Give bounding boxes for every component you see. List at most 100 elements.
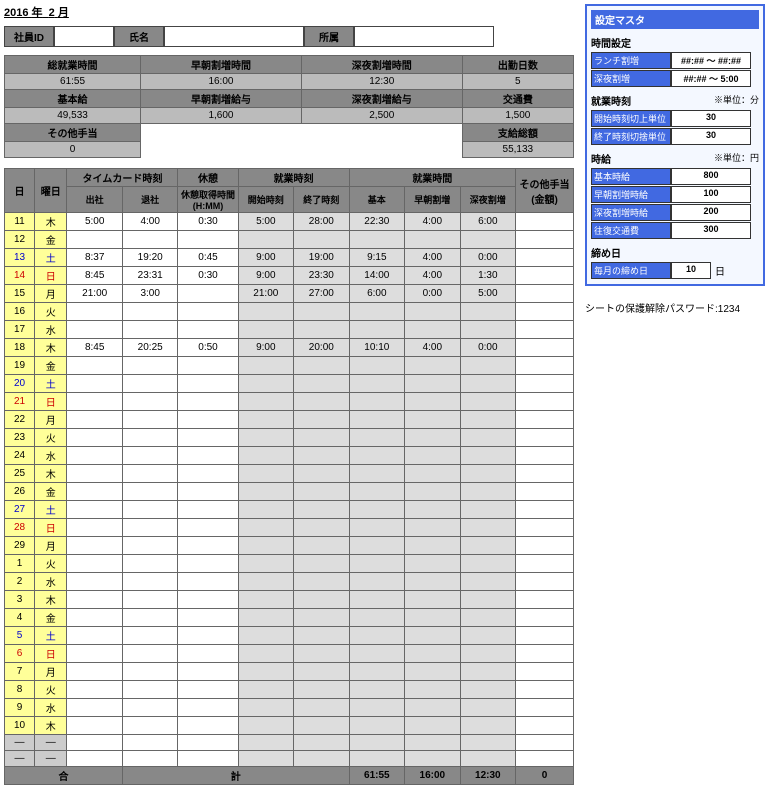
cell-break[interactable]: [178, 411, 238, 429]
cell-out[interactable]: [122, 681, 178, 699]
cell-in[interactable]: [67, 609, 123, 627]
cell-break[interactable]: [178, 537, 238, 555]
cell-other[interactable]: [516, 483, 574, 501]
cell-other[interactable]: [516, 591, 574, 609]
cell-other[interactable]: [516, 357, 574, 375]
cell-other[interactable]: [516, 555, 574, 573]
cell-other[interactable]: [516, 717, 574, 735]
cell-other[interactable]: [516, 429, 574, 447]
cell-break[interactable]: [178, 483, 238, 501]
cell-break[interactable]: [178, 627, 238, 645]
cell-break[interactable]: [178, 591, 238, 609]
cell-in[interactable]: [67, 501, 123, 519]
cell-break[interactable]: [178, 357, 238, 375]
cell-break[interactable]: [178, 321, 238, 339]
cell-break[interactable]: 0:45: [178, 249, 238, 267]
trans-val[interactable]: 300: [671, 222, 751, 239]
cell-break[interactable]: 0:50: [178, 339, 238, 357]
cell-other[interactable]: [516, 411, 574, 429]
emp-name-field[interactable]: [164, 26, 304, 47]
cell-out[interactable]: [122, 483, 178, 501]
cell-in[interactable]: [67, 699, 123, 717]
cell-out[interactable]: [122, 303, 178, 321]
cell-out[interactable]: [122, 751, 178, 767]
cell-out[interactable]: 4:00: [122, 213, 178, 231]
cell-out[interactable]: [122, 663, 178, 681]
cell-in[interactable]: [67, 537, 123, 555]
cell-out[interactable]: [122, 591, 178, 609]
pm-wage-val[interactable]: 200: [671, 204, 751, 221]
cell-out[interactable]: [122, 375, 178, 393]
cell-in[interactable]: 8:37: [67, 249, 123, 267]
cell-out[interactable]: [122, 393, 178, 411]
cell-out[interactable]: [122, 537, 178, 555]
cell-break[interactable]: [178, 519, 238, 537]
cell-break[interactable]: [178, 285, 238, 303]
cell-out[interactable]: [122, 447, 178, 465]
cell-other[interactable]: [516, 735, 574, 751]
cell-break[interactable]: [178, 717, 238, 735]
cell-other[interactable]: [516, 537, 574, 555]
cell-other[interactable]: [516, 627, 574, 645]
cell-other[interactable]: [516, 231, 574, 249]
cell-other[interactable]: [516, 393, 574, 411]
cell-out[interactable]: [122, 321, 178, 339]
cell-other[interactable]: [516, 751, 574, 767]
cell-break[interactable]: [178, 303, 238, 321]
cell-other[interactable]: [516, 501, 574, 519]
cell-out[interactable]: 20:25: [122, 339, 178, 357]
cell-break[interactable]: [178, 735, 238, 751]
cell-break[interactable]: [178, 465, 238, 483]
cell-other[interactable]: [516, 573, 574, 591]
am-wage-val[interactable]: 100: [671, 186, 751, 203]
cell-other[interactable]: [516, 519, 574, 537]
cell-break[interactable]: [178, 393, 238, 411]
cell-other[interactable]: [516, 285, 574, 303]
cell-in[interactable]: [67, 465, 123, 483]
start-unit-val[interactable]: 30: [671, 110, 751, 127]
cell-out[interactable]: [122, 609, 178, 627]
cell-other[interactable]: [516, 465, 574, 483]
lunch-val[interactable]: ##:## 〜 ##:##: [671, 52, 751, 69]
cell-out[interactable]: [122, 699, 178, 717]
cell-break[interactable]: 0:30: [178, 267, 238, 285]
cell-in[interactable]: [67, 303, 123, 321]
base-wage-val[interactable]: 800: [671, 168, 751, 185]
cell-break[interactable]: [178, 375, 238, 393]
cell-in[interactable]: [67, 645, 123, 663]
cell-in[interactable]: [67, 735, 123, 751]
cell-break[interactable]: [178, 231, 238, 249]
cell-break[interactable]: [178, 681, 238, 699]
cell-in[interactable]: [67, 751, 123, 767]
cell-out[interactable]: [122, 735, 178, 751]
cell-break[interactable]: [178, 645, 238, 663]
cell-in[interactable]: [67, 357, 123, 375]
cell-out[interactable]: [122, 573, 178, 591]
cell-in[interactable]: [67, 519, 123, 537]
cell-in[interactable]: [67, 663, 123, 681]
cell-out[interactable]: [122, 357, 178, 375]
cell-out[interactable]: [122, 411, 178, 429]
cell-break[interactable]: [178, 699, 238, 717]
cell-out[interactable]: 23:31: [122, 267, 178, 285]
cell-in[interactable]: [67, 447, 123, 465]
cell-break[interactable]: [178, 501, 238, 519]
cell-break[interactable]: [178, 555, 238, 573]
cell-other[interactable]: [516, 303, 574, 321]
cell-break[interactable]: [178, 609, 238, 627]
cell-in[interactable]: 8:45: [67, 339, 123, 357]
cell-other[interactable]: [516, 447, 574, 465]
cell-out[interactable]: [122, 645, 178, 663]
cell-break[interactable]: [178, 573, 238, 591]
cell-break[interactable]: [178, 663, 238, 681]
cell-in[interactable]: [67, 591, 123, 609]
cell-other[interactable]: [516, 699, 574, 717]
end-unit-val[interactable]: 30: [671, 128, 751, 145]
cell-break[interactable]: [178, 751, 238, 767]
emp-dept-field[interactable]: [354, 26, 494, 47]
cell-break[interactable]: [178, 429, 238, 447]
cell-in[interactable]: [67, 393, 123, 411]
cell-out[interactable]: [122, 501, 178, 519]
cell-other[interactable]: [516, 249, 574, 267]
emp-id-field[interactable]: [54, 26, 114, 47]
